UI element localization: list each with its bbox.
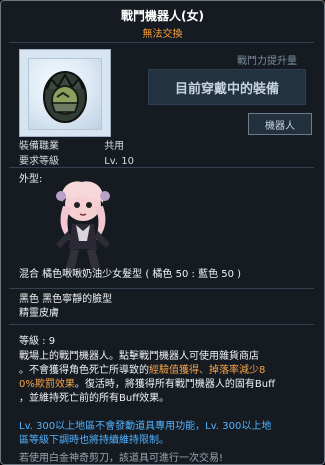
character-preview bbox=[39, 179, 127, 275]
blue-line-1: Lv. 300以上地區不會發動道具專用功能，Lv. 300以上地 bbox=[19, 421, 272, 432]
job-label: 裝備職業 bbox=[19, 141, 59, 152]
job-value: 共用 bbox=[104, 141, 125, 152]
lower-separator bbox=[9, 288, 314, 289]
item-icon-inner bbox=[28, 58, 102, 130]
top-separator bbox=[9, 42, 314, 43]
robot-egg-icon bbox=[43, 71, 87, 123]
item-title: 戰鬥機器人(女) bbox=[121, 9, 204, 23]
level-row: 要求等級 Lv. 10 bbox=[19, 152, 134, 167]
desc-line-3b: 欺罰效果 bbox=[34, 379, 75, 390]
desc-line-1: 戰場上的戰鬥機器人。點擊戰鬥機器人可使用雜貨商店 bbox=[19, 351, 259, 362]
desc-line-3c: 。復活時，將獲得所有戰鬥機器人的固有Buff bbox=[74, 379, 275, 390]
power-box: 目前穿戴中的裝備 bbox=[148, 69, 306, 105]
item-tooltip: 戰鬥機器人(女) 無法交換 戰鬥力提升量 目前穿戴中的裝備 機器人 裝備職業 共… bbox=[0, 0, 325, 465]
level-value: Lv. 10 bbox=[104, 156, 134, 167]
blue-line-2: 區等級下調時也將持續維持限制。 bbox=[19, 435, 169, 446]
robot-girl-image bbox=[56, 181, 110, 271]
desc-line-2b: 經驗值獲得、掉落率減少8 bbox=[149, 365, 266, 376]
desc-line-3a: 0% bbox=[19, 379, 35, 390]
desc-line-2: 。不會獲得角色死亡所導致的經驗值獲得、掉落率減少8 bbox=[19, 364, 314, 378]
category-tag: 機器人 bbox=[248, 113, 312, 135]
desc-line-2a: 。不會獲得角色死亡所導致的 bbox=[19, 365, 149, 376]
desc-line-4: ，並維持死亡前的所有Buff效果。 bbox=[19, 393, 170, 404]
skin-line: 精靈皮膚 bbox=[19, 308, 59, 319]
job-row: 裝備職業 共用 bbox=[19, 137, 124, 152]
footer-line: 若使用白金神奇剪刀，該道具可進行一次交易! bbox=[19, 453, 224, 464]
upgrade-line: 等級 : 9 bbox=[19, 336, 56, 347]
desc-line-3: 0%欺罰效果。復活時，將獲得所有戰鬥機器人的固有Buff bbox=[19, 378, 314, 392]
detail-separator bbox=[9, 324, 314, 325]
level-label: 要求等級 bbox=[19, 156, 59, 167]
middle-separator bbox=[9, 167, 314, 168]
hair-line: 混合 橘色啾啾奶油少女髮型 ( 橘色 50 : 藍色 50 ) bbox=[19, 269, 242, 280]
trade-status: 無法交換 bbox=[142, 29, 183, 40]
item-icon-frame bbox=[19, 49, 111, 137]
eye-line: 黑色 黑色寧靜的臉型 bbox=[19, 294, 113, 305]
power-label: 戰鬥力提升量 bbox=[237, 56, 297, 67]
